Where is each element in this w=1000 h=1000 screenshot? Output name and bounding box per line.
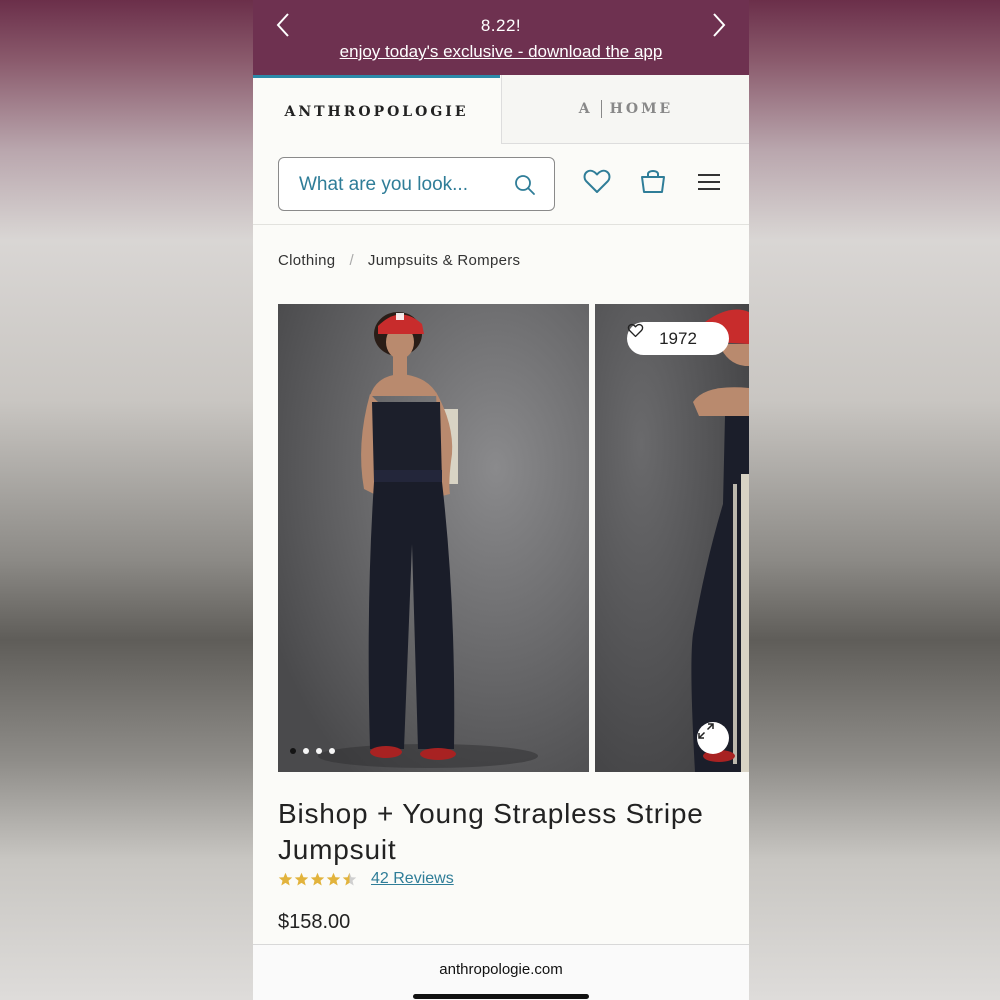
carousel-dot[interactable] — [329, 748, 335, 754]
search-input[interactable] — [297, 168, 511, 202]
carousel-dot[interactable] — [316, 748, 322, 754]
product-image-main[interactable] — [278, 304, 589, 772]
model-illustration — [278, 304, 589, 772]
search-box[interactable] — [278, 157, 555, 211]
carousel-dot[interactable] — [303, 748, 309, 754]
tab-a-home-prefix: A — [578, 101, 593, 117]
breadcrumb: Clothing / Jumpsuits & Rompers — [278, 252, 520, 269]
menu-button[interactable] — [694, 166, 724, 196]
breadcrumb-separator: / — [349, 252, 354, 269]
search-icon[interactable] — [514, 174, 536, 196]
star-icon — [310, 872, 325, 885]
breadcrumb-clothing[interactable]: Clothing — [278, 252, 335, 269]
product-title: Bishop + Young Strapless Stripe Jumpsuit — [278, 798, 704, 865]
tab-a-home-label: HOME — [609, 101, 674, 117]
carousel-dots — [290, 748, 335, 754]
browser-url-bar[interactable]: anthropologie.com — [253, 944, 749, 1000]
product-image-secondary[interactable]: 1972 — [595, 304, 749, 772]
promo-download-link[interactable]: enjoy today's exclusive - download the a… — [253, 42, 749, 62]
tab-divider — [600, 100, 602, 118]
shopping-bag-button[interactable] — [638, 166, 668, 196]
banner-next-button[interactable] — [703, 10, 733, 40]
phone-screen: 8.22! enjoy today's exclusive - download… — [253, 0, 749, 1000]
expand-icon — [698, 723, 714, 739]
product-price: $158.00 — [278, 911, 351, 933]
shopping-bag-icon — [641, 170, 665, 193]
star-icon — [294, 872, 309, 885]
hamburger-menu-icon — [698, 174, 720, 190]
home-indicator[interactable] — [413, 994, 589, 999]
favorites-badge[interactable]: 1972 — [627, 322, 729, 355]
wishlist-button[interactable] — [582, 166, 612, 196]
tab-anthropologie[interactable]: ANTHROPOLOGIE — [253, 75, 500, 146]
chevron-right-icon — [713, 13, 726, 37]
brand-tabs: ANTHROPOLOGIE A HOME — [253, 75, 749, 146]
star-rating — [278, 872, 357, 887]
heart-icon — [627, 323, 644, 338]
tab-a-home[interactable]: A HOME — [501, 75, 749, 144]
promo-banner: 8.22! enjoy today's exclusive - download… — [253, 0, 749, 75]
expand-image-button[interactable] — [697, 722, 729, 754]
product-rating: 42 Reviews — [278, 870, 454, 888]
promo-title: 8.22! — [480, 16, 522, 35]
model-side-illustration — [595, 304, 749, 772]
url-text[interactable]: anthropologie.com — [253, 961, 749, 978]
star-icon — [326, 872, 341, 885]
half-star-icon — [342, 872, 357, 885]
breadcrumb-jumpsuits-rompers[interactable]: Jumpsuits & Rompers — [368, 252, 520, 269]
heart-icon — [583, 169, 611, 193]
header-divider — [253, 224, 749, 225]
favorites-count: 1972 — [659, 328, 697, 348]
tab-anthropologie-label: ANTHROPOLOGIE — [284, 104, 469, 120]
reviews-link[interactable]: 42 Reviews — [371, 870, 454, 888]
carousel-dot-active[interactable] — [290, 748, 296, 754]
star-icon — [278, 872, 293, 885]
